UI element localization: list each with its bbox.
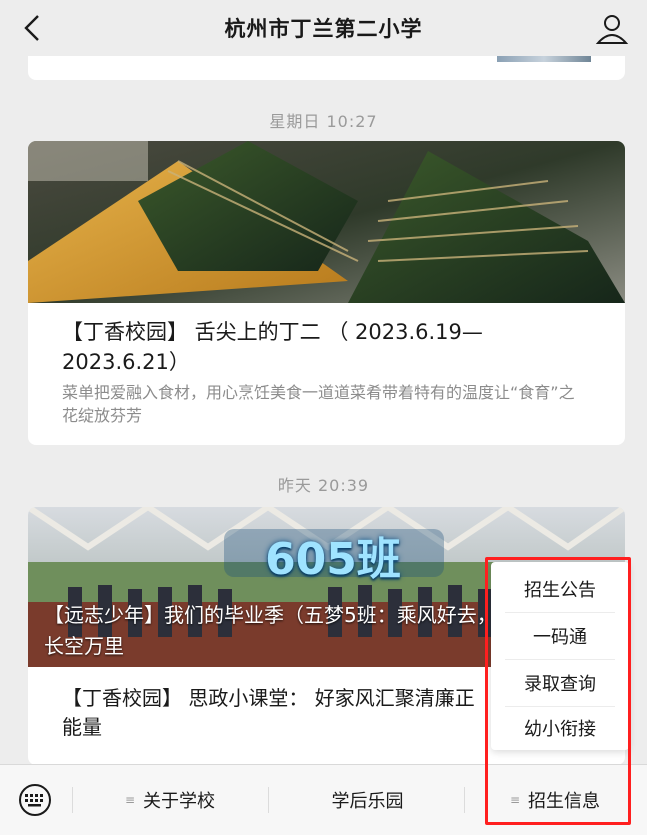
- article-summary: 菜单把爱融入食材，用心烹饪美食一道道菜肴带着特有的温度让“食育”之花绽放芬芳: [62, 383, 575, 425]
- overlay-article-title[interactable]: 【远志少年】我们的毕业季（五梦5班：乘风好去， 长空万里: [44, 600, 514, 662]
- zongzi-image: [28, 141, 625, 303]
- tab-label: 学后乐园: [331, 791, 404, 812]
- chevron-left-icon[interactable]: [16, 10, 52, 46]
- user-icon[interactable]: [595, 12, 629, 46]
- tab-divider: [464, 787, 465, 813]
- highlight-box: [485, 557, 631, 825]
- banner-text: 605班: [265, 534, 401, 585]
- tab-label: 关于学校: [143, 791, 216, 812]
- timestamp: 昨天 20:39: [277, 476, 370, 495]
- article-title[interactable]: 【丁香校园】 思政小课堂： 好家风汇聚清廉正能量: [62, 684, 482, 742]
- tab-about-school[interactable]: ≡ 关于学校: [80, 765, 260, 835]
- timestamp: 星期日 10:27: [269, 112, 378, 131]
- article-title[interactable]: 【丁香校园】 舌尖上的丁二 （ 2023.6.19—2023.6.21）: [62, 317, 595, 377]
- previous-article-card[interactable]: [28, 56, 625, 80]
- tab-divider: [268, 787, 269, 813]
- tab-divider: [72, 787, 73, 813]
- menu-marker-icon: ≡: [124, 793, 136, 807]
- tab-after-school[interactable]: 学后乐园: [275, 765, 460, 835]
- page-title: 杭州市丁兰第二小学: [224, 17, 423, 41]
- nav-header: 杭州市丁兰第二小学: [0, 0, 647, 56]
- article-thumbnail: [497, 56, 591, 62]
- article-card[interactable]: 【丁香校园】 舌尖上的丁二 （ 2023.6.19—2023.6.21） 菜单把…: [28, 141, 625, 445]
- keyboard-icon[interactable]: [14, 783, 56, 817]
